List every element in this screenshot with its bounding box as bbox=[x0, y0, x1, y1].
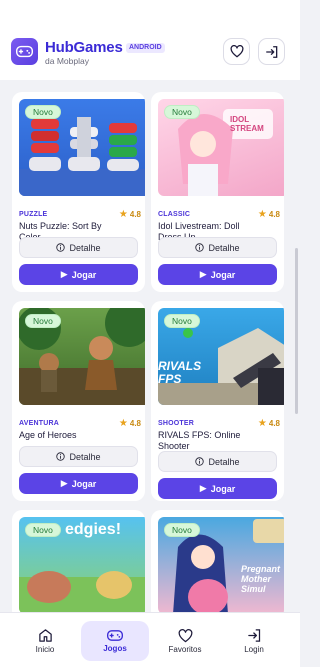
game-title: RIVALS FPS: Online Shooter bbox=[158, 430, 241, 451]
new-badge: Novo bbox=[164, 105, 200, 119]
info-icon bbox=[195, 457, 205, 466]
game-thumbnail[interactable]: Novo IDOL STREAM bbox=[158, 99, 284, 196]
favorites-button[interactable] bbox=[223, 38, 250, 65]
rating: ★ 4.8 bbox=[118, 418, 141, 429]
game-card[interactable]: Novo Pregnant Mother Simul bbox=[151, 510, 284, 612]
rating: ★ 4.8 bbox=[118, 209, 141, 220]
nav-item-inicio[interactable]: Inicio bbox=[15, 621, 75, 661]
game-thumbnail[interactable]: Novo bbox=[19, 308, 145, 405]
details-button[interactable]: Detalhe bbox=[158, 237, 277, 258]
gamepad-logo-icon bbox=[11, 38, 38, 65]
star-icon: ★ bbox=[257, 209, 267, 220]
game-title: Age of Heroes bbox=[19, 430, 77, 440]
play-button[interactable]: ▶ Jogar bbox=[158, 264, 277, 285]
category-label: SHOOTER bbox=[158, 420, 195, 427]
details-button[interactable]: Detalhe bbox=[19, 237, 138, 258]
play-icon: ▶ bbox=[199, 483, 207, 493]
app-subtitle: da Mobplay bbox=[45, 56, 89, 66]
game-card[interactable]: Novo PUZZLE ★4.8 Nuts Puzzle: Sort By Co… bbox=[12, 92, 145, 292]
new-badge: Novo bbox=[25, 105, 61, 119]
platform-badge: ANDROID bbox=[126, 43, 165, 53]
info-icon bbox=[56, 452, 66, 461]
rating: ★ 4.8 bbox=[257, 418, 280, 429]
play-button[interactable]: ▶ Jogar bbox=[19, 473, 138, 494]
info-icon bbox=[56, 243, 66, 252]
new-badge: Novo bbox=[164, 523, 200, 537]
play-icon: ▶ bbox=[60, 478, 68, 488]
game-card[interactable]: Novo AVENTURA ★ 4.8 Age of Heroes Detalhe… bbox=[12, 301, 145, 501]
game-card[interactable]: Novo edgies! bbox=[12, 510, 145, 612]
play-icon: ▶ bbox=[199, 269, 207, 279]
thumbnail-caption: Pregnant Mother Simul bbox=[241, 564, 281, 594]
game-thumbnail[interactable]: Novo Pregnant Mother Simul bbox=[158, 517, 284, 612]
new-badge: Novo bbox=[164, 314, 200, 328]
game-thumbnail[interactable]: Novo edgies! bbox=[19, 517, 145, 612]
app-title: HubGames bbox=[45, 39, 123, 56]
info-icon bbox=[195, 243, 205, 252]
nav-item-favoritos[interactable]: Favoritos bbox=[155, 621, 215, 661]
play-button[interactable]: ▶ Jogar bbox=[158, 478, 277, 499]
heart-icon bbox=[230, 45, 243, 58]
category-label: CLASSIC bbox=[158, 211, 191, 218]
star-icon: ★ bbox=[257, 418, 267, 429]
game-thumbnail[interactable]: Novo bbox=[19, 99, 145, 196]
game-thumbnail[interactable]: Novo RIVALS FPS bbox=[158, 308, 284, 405]
details-button[interactable]: Detalhe bbox=[158, 451, 277, 472]
category-label: PUZZLE bbox=[19, 211, 48, 218]
app-header: HubGames ANDROID da Mobplay bbox=[0, 0, 300, 80]
thumbnail-caption: RIVALS FPS bbox=[158, 359, 202, 386]
play-button[interactable]: ▶ Jogar bbox=[19, 264, 138, 285]
nav-item-login[interactable]: Login bbox=[224, 621, 284, 661]
login-button[interactable] bbox=[258, 38, 285, 65]
play-icon: ▶ bbox=[60, 269, 68, 279]
bottom-navigation: Inicio Jogos Favoritos Login bbox=[0, 612, 300, 667]
login-icon bbox=[247, 629, 260, 642]
home-icon bbox=[38, 629, 52, 642]
thumbnail-caption: IDOL STREAM bbox=[230, 115, 264, 133]
gamepad-icon bbox=[107, 630, 123, 641]
games-grid[interactable]: Novo PUZZLE ★4.8 Nuts Puzzle: Sort By Co… bbox=[0, 80, 300, 612]
details-button[interactable]: Detalhe bbox=[19, 446, 138, 467]
star-icon: ★ bbox=[118, 209, 128, 220]
star-icon: ★ bbox=[118, 418, 128, 429]
game-card[interactable]: Novo RIVALS FPS SHOOTER ★ 4.8 RIVALS FPS:… bbox=[151, 301, 284, 501]
new-badge: Novo bbox=[25, 314, 61, 328]
rating: ★ 4.8 bbox=[257, 209, 280, 220]
login-icon bbox=[265, 45, 277, 58]
game-card[interactable]: Novo IDOL STREAM CLASSIC ★ 4.8 Idol Lives… bbox=[151, 92, 284, 292]
new-badge: Novo bbox=[25, 523, 61, 537]
thumbnail-caption: edgies! bbox=[65, 521, 122, 538]
category-label: AVENTURA bbox=[19, 420, 59, 427]
nav-item-jogos[interactable]: Jogos bbox=[81, 621, 149, 661]
scrollbar[interactable] bbox=[295, 248, 298, 414]
heart-icon bbox=[178, 628, 192, 642]
